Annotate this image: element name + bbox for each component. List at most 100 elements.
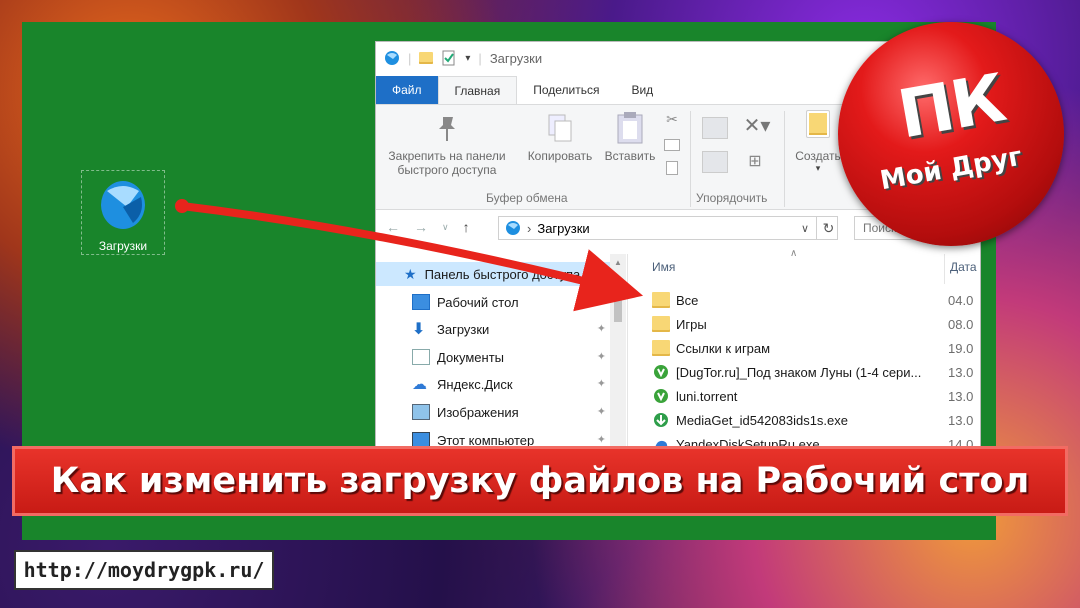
- tab-file[interactable]: Файл: [376, 76, 438, 104]
- file-date: 13.0: [948, 364, 974, 380]
- window-title: Загрузки: [489, 50, 543, 66]
- nav-item-label: Документы: [437, 349, 505, 365]
- new-folder-icon: [806, 110, 830, 138]
- address-box[interactable]: › Загрузки ∨: [498, 216, 838, 240]
- pin-quick-access-button[interactable]: Закрепить на панели быстрого доступа: [382, 113, 512, 177]
- nav-scrollbar[interactable]: ▲: [610, 254, 626, 452]
- column-header-name[interactable]: Имя: [652, 260, 675, 282]
- refresh-icon[interactable]: ↻: [816, 216, 840, 240]
- properties-check-icon[interactable]: [441, 50, 457, 66]
- file-date: 13.0: [948, 412, 974, 428]
- file-name: Игры: [676, 316, 707, 332]
- file-row[interactable]: [DugTor.ru]_Под знаком Луны (1-4 сери...…: [652, 360, 980, 384]
- title-banner: Как изменить загрузку файлов на Рабочий …: [12, 446, 1068, 516]
- tab-view[interactable]: Вид: [615, 76, 669, 104]
- folder-icon: [652, 340, 670, 356]
- copy-path-icon[interactable]: [664, 139, 680, 151]
- nav-item-label: Панель быстрого доступа: [424, 266, 581, 282]
- torrent-icon: [654, 365, 668, 379]
- nav-item-yandex-disk[interactable]: ☁ Яндекс.Диск ✦: [376, 372, 626, 396]
- cut-icon[interactable]: ✂: [662, 111, 682, 128]
- nav-item-downloads[interactable]: ⬇ Загрузки ✦: [376, 317, 626, 341]
- download-icon: ⬇: [412, 321, 426, 338]
- paste-shortcut-icon[interactable]: [666, 161, 678, 175]
- copy-icon: [548, 114, 572, 142]
- pinned-icon: ✦: [596, 378, 606, 390]
- pinned-icon: ✦: [596, 351, 606, 363]
- file-date: 13.0: [948, 388, 974, 404]
- folder-icon: [652, 316, 670, 332]
- rename-icon[interactable]: ⊞: [744, 151, 766, 173]
- file-row[interactable]: Игры 08.0: [652, 312, 980, 336]
- title-separator: |: [408, 50, 412, 66]
- nav-item-label: Рабочий стол: [437, 294, 519, 310]
- nav-item-documents[interactable]: Документы ✦: [376, 345, 626, 369]
- nav-item-label: Изображения: [437, 404, 519, 420]
- column-header-date[interactable]: Дата: [950, 260, 977, 282]
- desktop-downloads-shortcut[interactable]: Загрузки: [81, 170, 165, 255]
- torrent-icon: [654, 389, 668, 403]
- ribbon-separator-2: [784, 111, 785, 207]
- nav-item-quick-access[interactable]: ★ Панель быстрого доступа: [376, 262, 626, 286]
- nav-item-label: Яндекс.Диск: [437, 376, 513, 392]
- pk-moy-drug-logo: ПК Мой Друг: [838, 22, 1064, 246]
- file-list: ∧ Имя Дата Все 04.0 Игры 08.0 Ссылки к и…: [634, 248, 980, 452]
- breadcrumb-chevron-icon: ›: [527, 220, 532, 236]
- sort-arrow-icon: ∧: [790, 248, 798, 259]
- pin-label-line2: быстрого доступа: [397, 163, 497, 177]
- pinned-icon: ✦: [596, 323, 606, 335]
- file-date: 04.0: [948, 292, 974, 308]
- column-divider: [944, 254, 945, 284]
- back-arrow-icon[interactable]: ←: [386, 219, 400, 235]
- banner-title: Как изменить загрузку файлов на Рабочий …: [50, 461, 1030, 501]
- file-name: luni.torrent: [676, 388, 738, 404]
- scroll-up-arrow-icon[interactable]: ▲: [610, 258, 626, 267]
- file-name: Все: [676, 292, 699, 308]
- navigation-pane: ★ Панель быстрого доступа Рабочий стол ✦…: [376, 254, 628, 452]
- images-icon: [412, 404, 430, 420]
- pin-icon: [439, 117, 455, 141]
- mediaget-icon: [654, 413, 668, 427]
- downloads-app-icon: [385, 51, 399, 65]
- title-separator-2: |: [478, 50, 482, 66]
- file-name: MediaGet_id542083ids1s.exe: [676, 412, 849, 428]
- address-dropdown-icon[interactable]: ∨: [801, 222, 809, 235]
- recent-dropdown-icon[interactable]: ∨: [442, 222, 449, 233]
- file-date: 08.0: [948, 316, 974, 332]
- file-row[interactable]: luni.torrent 13.0: [652, 384, 980, 408]
- tab-share[interactable]: Поделиться: [517, 76, 615, 104]
- move-to-icon[interactable]: [702, 117, 728, 139]
- paste-label: Вставить: [604, 149, 656, 163]
- pinned-icon: ✦: [596, 296, 606, 308]
- address-path: Загрузки: [537, 220, 590, 236]
- file-row[interactable]: Ссылки к играм 19.0: [652, 336, 980, 360]
- paste-button[interactable]: Вставить: [600, 111, 660, 163]
- tab-home[interactable]: Главная: [437, 76, 518, 104]
- address-downloads-icon: [506, 221, 520, 235]
- quick-folder-icon[interactable]: [419, 52, 434, 64]
- file-name: Ссылки к играм: [676, 340, 771, 356]
- desktop-icon: [412, 294, 430, 310]
- file-date: 19.0: [948, 340, 974, 356]
- file-row[interactable]: Все 04.0: [652, 288, 980, 312]
- paste-icon: [617, 112, 643, 144]
- file-name: [DugTor.ru]_Под знаком Луны (1-4 сери...: [676, 364, 922, 380]
- copy-to-icon[interactable]: [702, 151, 728, 173]
- site-url: http://moydrygpk.ru/: [14, 550, 274, 590]
- forward-arrow-icon[interactable]: →: [414, 219, 428, 235]
- organize-group-label: Упорядочить: [696, 191, 768, 205]
- up-arrow-icon[interactable]: ↑: [463, 219, 470, 235]
- file-row[interactable]: MediaGet_id542083ids1s.exe 13.0: [652, 408, 980, 432]
- delete-icon[interactable]: ✕▾: [742, 113, 772, 138]
- nav-item-desktop[interactable]: Рабочий стол ✦: [376, 290, 626, 314]
- downloads-folder-icon: [101, 181, 145, 229]
- nav-item-label: Загрузки: [437, 321, 490, 337]
- desktop-icon-label: Загрузки: [98, 239, 148, 253]
- star-icon: ★: [404, 265, 417, 282]
- create-dropdown-icon: ▾: [815, 163, 821, 173]
- nav-item-images[interactable]: Изображения ✦: [376, 400, 626, 424]
- ribbon-separator: [690, 111, 691, 207]
- copy-button[interactable]: Копировать: [522, 113, 598, 163]
- quick-access-dropdown-icon[interactable]: ▾: [465, 53, 470, 64]
- nav-scroll-thumb[interactable]: [614, 282, 622, 322]
